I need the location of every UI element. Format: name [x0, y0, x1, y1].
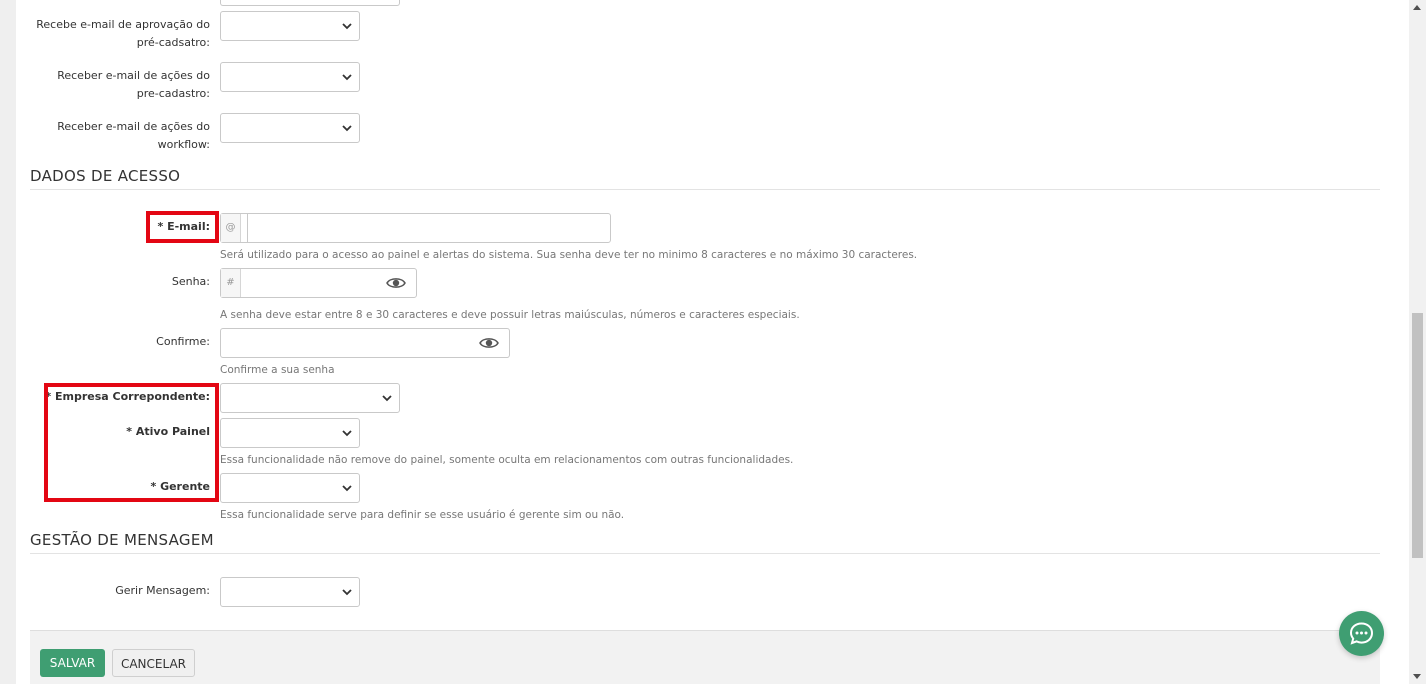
- manage-messages-select[interactable]: [220, 577, 360, 607]
- at-icon: @: [221, 214, 241, 242]
- scroll-down-icon[interactable]: [1413, 674, 1421, 679]
- top-partial-input[interactable]: [220, 0, 400, 6]
- password-input-group[interactable]: #: [220, 268, 417, 298]
- chevron-down-icon: [342, 23, 352, 30]
- access-section-title: DADOS DE ACESSO: [30, 167, 181, 185]
- password-label: Senha:: [171, 275, 210, 288]
- eye-icon[interactable]: [386, 276, 406, 290]
- email-input-group[interactable]: @: [220, 213, 611, 243]
- section-divider: [30, 553, 1380, 554]
- messages-section-title: GESTÃO DE MENSAGEM: [30, 531, 214, 549]
- workflow-actions-select[interactable]: [220, 113, 360, 143]
- chevron-down-icon: [342, 74, 352, 81]
- manage-messages-label: Gerir Mensagem:: [115, 584, 210, 597]
- save-button[interactable]: SALVAR: [40, 649, 105, 677]
- page-scrollbar[interactable]: [1409, 0, 1426, 684]
- precadastro-approval-select[interactable]: [220, 11, 360, 41]
- chevron-down-icon: [382, 395, 392, 402]
- confirm-password-group[interactable]: [220, 328, 510, 358]
- chevron-down-icon: [342, 430, 352, 437]
- chevron-down-icon: [342, 589, 352, 596]
- scroll-up-icon[interactable]: [1413, 5, 1421, 10]
- confirm-help-text: Confirme a sua senha: [220, 364, 335, 376]
- confirm-label: Confirme:: [156, 335, 210, 348]
- email-help-text: Será utilizado para o acesso ao painel e…: [220, 249, 918, 261]
- email-field[interactable]: [247, 214, 606, 242]
- scrollbar-thumb[interactable]: [1412, 313, 1423, 558]
- required-fields-highlight-box: [44, 383, 219, 502]
- form-page: Recebe e-mail de aprovação do pré-cadsat…: [16, 0, 1409, 684]
- precadastro-actions-select[interactable]: [220, 62, 360, 92]
- precadastro-approval-label: Recebe e-mail de aprovação do pré-cadsat…: [36, 18, 210, 49]
- cancel-button[interactable]: CANCELAR: [112, 649, 195, 677]
- chat-icon: [1349, 622, 1374, 645]
- eye-icon[interactable]: [479, 336, 499, 350]
- section-divider: [30, 189, 1380, 190]
- form-footer: SALVAR CANCELAR: [30, 630, 1380, 684]
- chat-button[interactable]: [1339, 611, 1384, 656]
- active-panel-select[interactable]: [220, 418, 360, 448]
- chevron-down-icon: [342, 125, 352, 132]
- chevron-down-icon: [342, 485, 352, 492]
- manager-help-text: Essa funcionalidade serve para definir s…: [220, 509, 625, 521]
- email-highlight-box: [146, 211, 219, 243]
- confirm-password-field[interactable]: [227, 329, 469, 357]
- hash-icon: #: [221, 269, 241, 297]
- password-help-text: A senha deve estar entre 8 e 30 caracter…: [220, 309, 800, 321]
- precadastro-actions-label: Receber e-mail de ações do pre-cadastro:: [57, 69, 210, 100]
- active-panel-help-text: Essa funcionalidade não remove do painel…: [220, 454, 794, 466]
- workflow-actions-label: Receber e-mail de ações do workflow:: [57, 120, 210, 151]
- company-select[interactable]: [220, 383, 400, 413]
- manager-select[interactable]: [220, 473, 360, 503]
- password-field[interactable]: [241, 269, 376, 297]
